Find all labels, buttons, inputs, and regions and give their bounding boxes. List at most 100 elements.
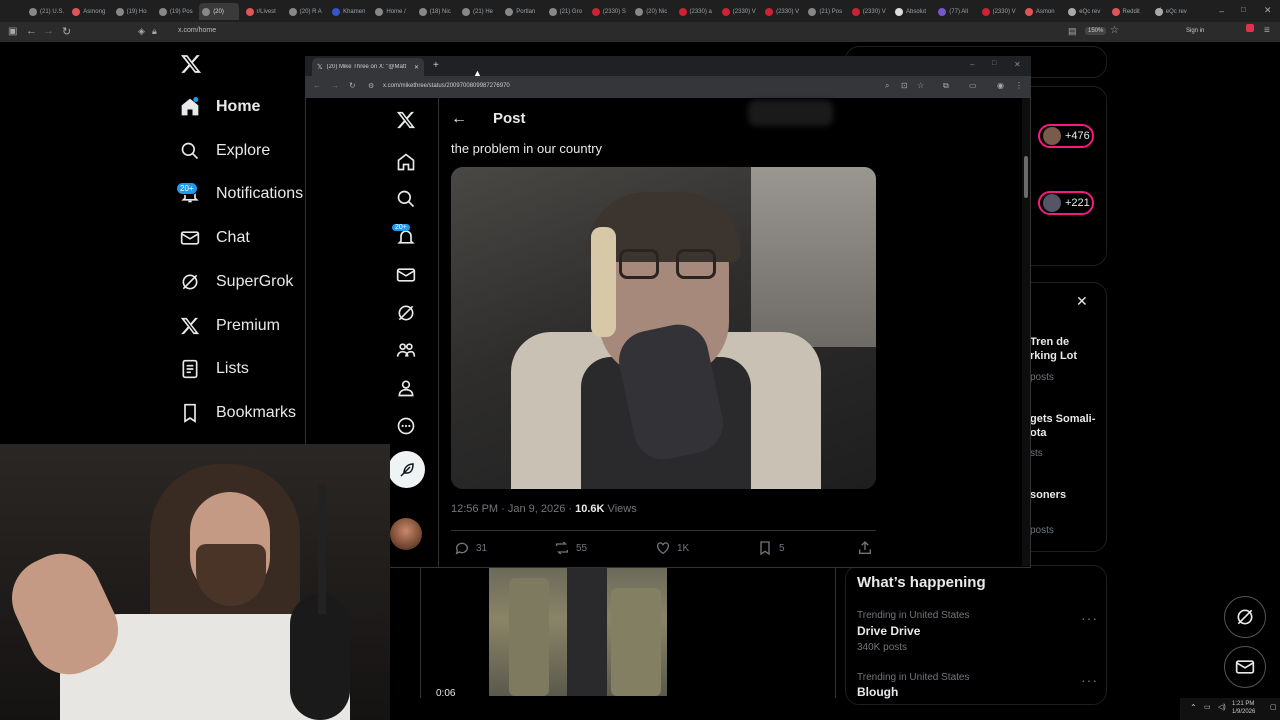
browser-tab[interactable]: (2330) V	[762, 3, 802, 20]
browser-tab[interactable]: (20) Nic	[632, 3, 672, 20]
back-icon[interactable]: ←	[26, 25, 37, 37]
extensions-icon[interactable]: ⧉	[943, 81, 949, 91]
minimize-icon[interactable]: –	[1219, 6, 1224, 16]
post-media[interactable]	[451, 167, 876, 489]
browser-tab[interactable]: (2330) a	[676, 3, 716, 20]
browser-tab[interactable]: (21) U.S.	[26, 3, 66, 20]
browser-tab[interactable]: Home /	[372, 3, 412, 20]
nav-item-premium[interactable]: Premium	[180, 316, 280, 336]
browser-tab[interactable]: (2330) V	[849, 3, 889, 20]
nav-item-notifications[interactable]: Notifications	[180, 184, 303, 204]
reload-icon[interactable]: ↻	[349, 81, 356, 90]
lock-icon[interactable]: 🔒︎	[152, 26, 157, 37]
video-thumbnail[interactable]	[489, 568, 667, 696]
install-icon[interactable]: ⊡	[901, 81, 908, 90]
browser-tab[interactable]: Absolut	[892, 3, 932, 20]
popup-url[interactable]: x.com/mikethree/status/20097008099872769…	[383, 83, 510, 89]
split-view-icon[interactable]: ▭	[969, 81, 977, 90]
live-pill[interactable]: +221	[1038, 191, 1094, 215]
menu-icon[interactable]: ⋮	[1015, 81, 1023, 90]
nav-item-explore[interactable]: Explore	[180, 141, 270, 161]
mail-icon[interactable]	[396, 265, 416, 285]
more-icon[interactable]: ···	[1081, 610, 1098, 626]
share-button[interactable]	[857, 540, 873, 556]
browser-tab[interactable]: (21) Pos	[805, 3, 845, 20]
volume-icon[interactable]: ◁)	[1218, 703, 1226, 711]
browser-tab[interactable]: eQc rev	[1065, 3, 1105, 20]
browser-tab[interactable]: Khamen	[329, 3, 369, 20]
avatar[interactable]	[390, 518, 422, 550]
browser-tab[interactable]: (2330) V	[979, 3, 1019, 20]
sidebar-toggle-icon[interactable]: ▣	[8, 26, 17, 37]
search-icon[interactable]	[396, 189, 416, 209]
notification-center-icon[interactable]: ▢	[1270, 703, 1277, 711]
zoom-icon[interactable]: ⌕	[885, 81, 889, 91]
repost-button[interactable]: 55	[554, 540, 587, 556]
browser-tab[interactable]: Asmon	[1022, 3, 1062, 20]
nav-item-lists[interactable]: Lists	[180, 359, 249, 379]
browser-tab[interactable]: (2330) V	[719, 3, 759, 20]
minimize-icon[interactable]: –	[970, 60, 974, 69]
network-icon[interactable]: ▭	[1204, 703, 1211, 711]
browser-tab[interactable]: (18) Nic	[416, 3, 456, 20]
star-icon[interactable]: ☆	[917, 81, 924, 90]
browser-tab[interactable]: Reddit	[1109, 3, 1149, 20]
home-icon[interactable]	[396, 152, 416, 172]
maximize-icon[interactable]: □	[992, 60, 996, 67]
news-headline-fragment[interactable]: soners	[1030, 488, 1066, 502]
browser-tab[interactable]: (19) Pos	[156, 3, 196, 20]
nav-item-home[interactable]: Home	[180, 97, 260, 117]
bookmark-button[interactable]: 5	[757, 540, 785, 556]
browser-tab[interactable]: (20)	[199, 3, 240, 20]
like-button[interactable]: 1K	[655, 540, 689, 556]
trend-name[interactable]: Drive Drive	[857, 624, 920, 638]
address-url[interactable]: x.com/home	[178, 27, 216, 34]
grok-icon[interactable]	[396, 303, 416, 323]
browser-tab[interactable]: (19) Ho	[113, 3, 153, 20]
star-icon[interactable]: ☆	[1110, 25, 1119, 36]
nav-item-supergrok[interactable]: SuperGrok	[180, 272, 293, 292]
chevron-up-icon[interactable]: ⌃	[1190, 703, 1197, 712]
close-window-icon[interactable]: ✕	[1264, 5, 1272, 16]
sign-in-button[interactable]: Sign in	[1186, 28, 1204, 34]
clock-time[interactable]: 1:21 PM	[1232, 701, 1254, 707]
news-headline-fragment[interactable]: gets Somali- ota	[1030, 412, 1095, 440]
browser-tab[interactable]: (2330) S	[589, 3, 629, 20]
nav-item-bookmarks[interactable]: Bookmarks	[180, 403, 296, 423]
back-icon[interactable]: ←	[313, 81, 321, 90]
browser-tab[interactable]: (77) All	[935, 3, 975, 20]
extension-icon[interactable]	[1246, 24, 1254, 32]
reload-icon[interactable]: ↻	[62, 25, 71, 38]
browser-tab[interactable]: (20) R A	[286, 3, 326, 20]
menu-icon[interactable]: ≡	[1264, 25, 1270, 36]
profile-icon[interactable]	[396, 378, 416, 398]
nav-item-chat[interactable]: Chat	[180, 228, 250, 248]
compose-button[interactable]	[388, 451, 425, 488]
browser-tab[interactable]: Asmong	[69, 3, 109, 20]
close-icon[interactable]: ✕	[1076, 293, 1088, 310]
communities-icon[interactable]	[396, 340, 416, 360]
grok-button[interactable]	[1224, 596, 1266, 638]
new-tab-icon[interactable]: +	[1158, 5, 1163, 15]
shield-icon[interactable]: ◈	[138, 26, 145, 37]
forward-icon[interactable]: →	[43, 25, 54, 37]
browser-tab[interactable]: (21) He	[459, 3, 499, 20]
new-tab-icon[interactable]: +	[433, 60, 439, 71]
popup-tab[interactable]: 𝕏 (20) Mike Three on X: "@Matt ✕	[312, 58, 424, 76]
x-logo-icon[interactable]	[180, 53, 202, 75]
reply-button[interactable]: 31	[454, 540, 487, 556]
profile-icon[interactable]: ◉	[997, 81, 1004, 90]
browser-tab[interactable]: (21) Gro	[546, 3, 586, 20]
trend-name[interactable]: Blough	[857, 685, 898, 699]
x-logo-icon[interactable]	[396, 110, 416, 130]
live-pill[interactable]: +476	[1038, 124, 1094, 148]
more-circle-icon[interactable]	[396, 416, 416, 436]
browser-tab[interactable]: Portlan	[502, 3, 542, 20]
site-info-icon[interactable]: ⚙	[368, 82, 374, 90]
back-arrow-icon[interactable]: ←	[451, 110, 467, 128]
scrollbar-thumb[interactable]	[1024, 156, 1028, 198]
zoom-level[interactable]: 150%	[1085, 27, 1107, 35]
forward-icon[interactable]: →	[331, 81, 339, 90]
more-icon[interactable]: ···	[1081, 672, 1098, 688]
clock-date[interactable]: 1/9/2026	[1232, 709, 1255, 715]
